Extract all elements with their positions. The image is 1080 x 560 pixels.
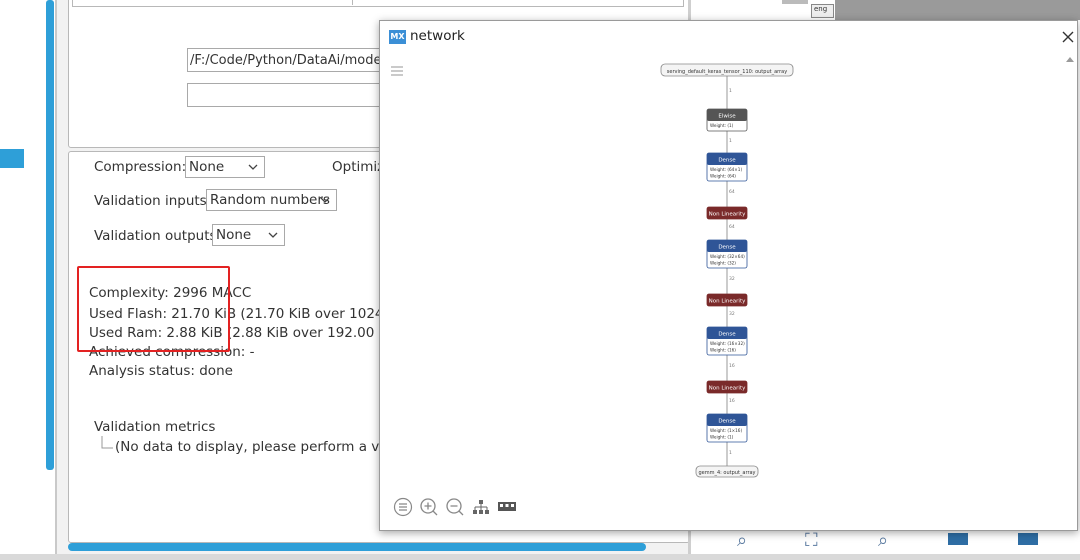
graph-edge-label: 64 xyxy=(729,224,735,230)
compression-select[interactable]: None xyxy=(185,156,265,178)
model-path-field[interactable]: /F:/Code/Python/DataAi/model.t xyxy=(187,48,387,72)
graph-input-node-label: serving_default_keras_tensor_110: output… xyxy=(667,69,787,75)
graph-node-title: Non Linearity xyxy=(709,386,746,392)
table-column-divider xyxy=(352,0,353,5)
validation-outputs-value: None xyxy=(216,227,252,243)
graph-node-detail: Weight: (1) xyxy=(710,435,734,440)
tree-connector-icon xyxy=(101,436,113,449)
graph-edge-label: 32 xyxy=(729,311,735,317)
graph-node-title: Non Linearity xyxy=(709,299,746,305)
analysis-status-text: Analysis status: done xyxy=(89,363,233,379)
hierarchy-icon[interactable] xyxy=(471,497,491,517)
graph-edge-label: 16 xyxy=(729,398,735,404)
left-selection-marker[interactable] xyxy=(0,149,24,168)
graph-node-detail: Weight: (32×64) xyxy=(710,254,745,259)
graph-node-detail: Weight: (32) xyxy=(710,261,736,266)
compression-value: None xyxy=(189,159,225,175)
graph-node-title: Dense xyxy=(718,419,736,425)
fit-view-icon[interactable]: ⛶ xyxy=(805,530,818,551)
right-panel-header xyxy=(835,0,1080,20)
graph-edge-label: 64 xyxy=(729,189,735,195)
graph-edge-label: 1 xyxy=(729,450,732,456)
graph-edge-label: 16 xyxy=(729,363,735,369)
graph-node-title: Dense xyxy=(718,158,736,164)
left-gutter xyxy=(0,0,46,560)
search-icon[interactable]: ⌕ xyxy=(878,530,888,551)
highlight-annotation-box xyxy=(77,266,230,352)
chevron-down-icon xyxy=(248,164,258,170)
graph-node-detail: Weight: (16×32) xyxy=(710,341,745,346)
validation-outputs-label: Validation outputs: xyxy=(94,228,222,244)
validation-inputs-label: Validation inputs: xyxy=(94,193,212,209)
search-icon[interactable]: ⌕ xyxy=(737,530,747,551)
graph-edge-label: 1 xyxy=(729,138,732,144)
graph-node-detail: Weight: (64) xyxy=(710,174,736,179)
panel-toggle-icon[interactable] xyxy=(1018,533,1038,545)
validation-outputs-select[interactable]: None xyxy=(212,224,285,246)
graph-node-detail: Weight: (1×16) xyxy=(710,428,742,433)
horizontal-scrollbar[interactable] xyxy=(68,543,646,551)
zoom-in-icon[interactable] xyxy=(419,497,439,517)
graph-node-title: Dense xyxy=(718,245,736,251)
graph-node-title: Non Linearity xyxy=(709,212,746,218)
graph-node-detail: Weight: (1) xyxy=(710,123,734,128)
right-panel-item[interactable]: eng xyxy=(811,4,834,18)
validation-metrics-title: Validation metrics xyxy=(94,419,216,435)
right-panel-item-label: eng xyxy=(814,5,828,13)
optimization-label: Optimiz xyxy=(332,159,385,175)
status-strip xyxy=(0,554,1080,560)
graph-edge-label: 1 xyxy=(729,88,732,94)
grid-icon[interactable] xyxy=(497,497,517,517)
graph-node-title: Dense xyxy=(718,332,736,338)
compression-label: Compression: xyxy=(94,159,187,175)
graph-edge-label: 32 xyxy=(729,276,735,282)
left-scrollbar[interactable] xyxy=(46,0,54,470)
chevron-down-icon xyxy=(320,197,330,203)
model-table-row[interactable] xyxy=(72,0,684,7)
right-panel-tab[interactable] xyxy=(782,0,808,4)
network-graph[interactable]: serving_default_keras_tensor_110: output… xyxy=(380,21,1070,491)
chevron-down-icon xyxy=(268,232,278,238)
panel-toggle-icon[interactable] xyxy=(948,533,968,545)
graph-node-title: Elwise xyxy=(718,114,736,120)
secondary-input-field[interactable] xyxy=(187,83,387,107)
graph-node-detail: Weight: (64×1) xyxy=(710,167,742,172)
graph-node-detail: Weight: (16) xyxy=(710,348,736,353)
network-window[interactable]: MX network serving_default_keras_tensor_… xyxy=(379,20,1078,531)
validation-inputs-select[interactable]: Random numbers xyxy=(206,189,337,211)
validation-metrics-empty-message: (No data to display, please perform a va… xyxy=(115,439,421,455)
zoom-out-icon[interactable] xyxy=(445,497,465,517)
graph-output-node-label: gemm_4: output_array xyxy=(698,470,755,476)
validation-inputs-value: Random numbers xyxy=(210,192,330,208)
list-icon[interactable] xyxy=(393,497,413,517)
